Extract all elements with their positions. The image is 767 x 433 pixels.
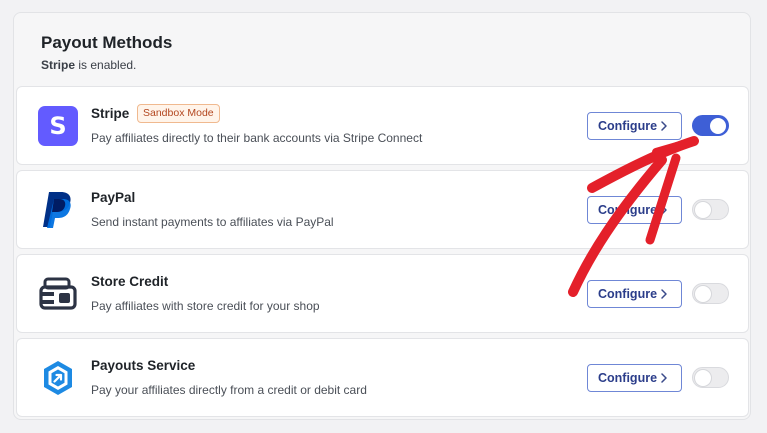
stripe-icon: S [38, 106, 78, 146]
configure-button-label: Configure [598, 287, 658, 301]
method-description: Pay your affiliates directly from a cred… [91, 383, 367, 397]
method-description: Pay affiliates directly to their bank ac… [91, 131, 423, 145]
method-description: Send instant payments to affiliates via … [91, 215, 334, 229]
configure-button[interactable]: Configure [587, 364, 682, 392]
stripe-logo-letter: S [38, 106, 78, 146]
status-text: Stripe is enabled. [41, 58, 136, 72]
paypal-icon [38, 190, 78, 230]
method-name: Stripe [91, 106, 130, 121]
configure-button[interactable]: Configure [587, 196, 682, 224]
wallet-icon [38, 274, 78, 314]
method-name: Payouts Service [91, 358, 196, 373]
payout-method-card-payouts-service: Payouts Service Pay your affiliates dire… [16, 338, 749, 417]
method-name: PayPal [91, 190, 136, 205]
chevron-right-icon [661, 121, 667, 131]
configure-button[interactable]: Configure [587, 280, 682, 308]
payout-method-card-paypal: PayPal Send instant payments to affiliat… [16, 170, 749, 249]
configure-button-label: Configure [598, 119, 658, 133]
toggle-knob [695, 369, 711, 386]
payout-method-card-store-credit: Store Credit Pay affiliates with store c… [16, 254, 749, 333]
enable-toggle[interactable] [692, 115, 729, 136]
enable-toggle[interactable] [692, 199, 729, 220]
method-name: Store Credit [91, 274, 169, 289]
configure-button-label: Configure [598, 203, 658, 217]
configure-button-label: Configure [598, 371, 658, 385]
toggle-knob [710, 117, 726, 134]
chevron-right-icon [661, 289, 667, 299]
enabled-method-name: Stripe [41, 58, 76, 72]
chevron-right-icon [661, 373, 667, 383]
sandbox-mode-badge: Sandbox Mode [137, 104, 220, 123]
chevron-right-icon [661, 205, 667, 215]
status-suffix: is enabled. [75, 58, 137, 72]
configure-button[interactable]: Configure [587, 112, 682, 140]
toggle-knob [695, 201, 711, 218]
payouts-service-icon [38, 358, 78, 398]
enable-toggle[interactable] [692, 367, 729, 388]
enable-toggle[interactable] [692, 283, 729, 304]
toggle-knob [695, 285, 711, 302]
page-title: Payout Methods [41, 33, 173, 52]
payout-method-card-stripe: S Stripe Sandbox Mode Pay affiliates dir… [16, 86, 749, 165]
method-description: Pay affiliates with store credit for you… [91, 299, 320, 313]
